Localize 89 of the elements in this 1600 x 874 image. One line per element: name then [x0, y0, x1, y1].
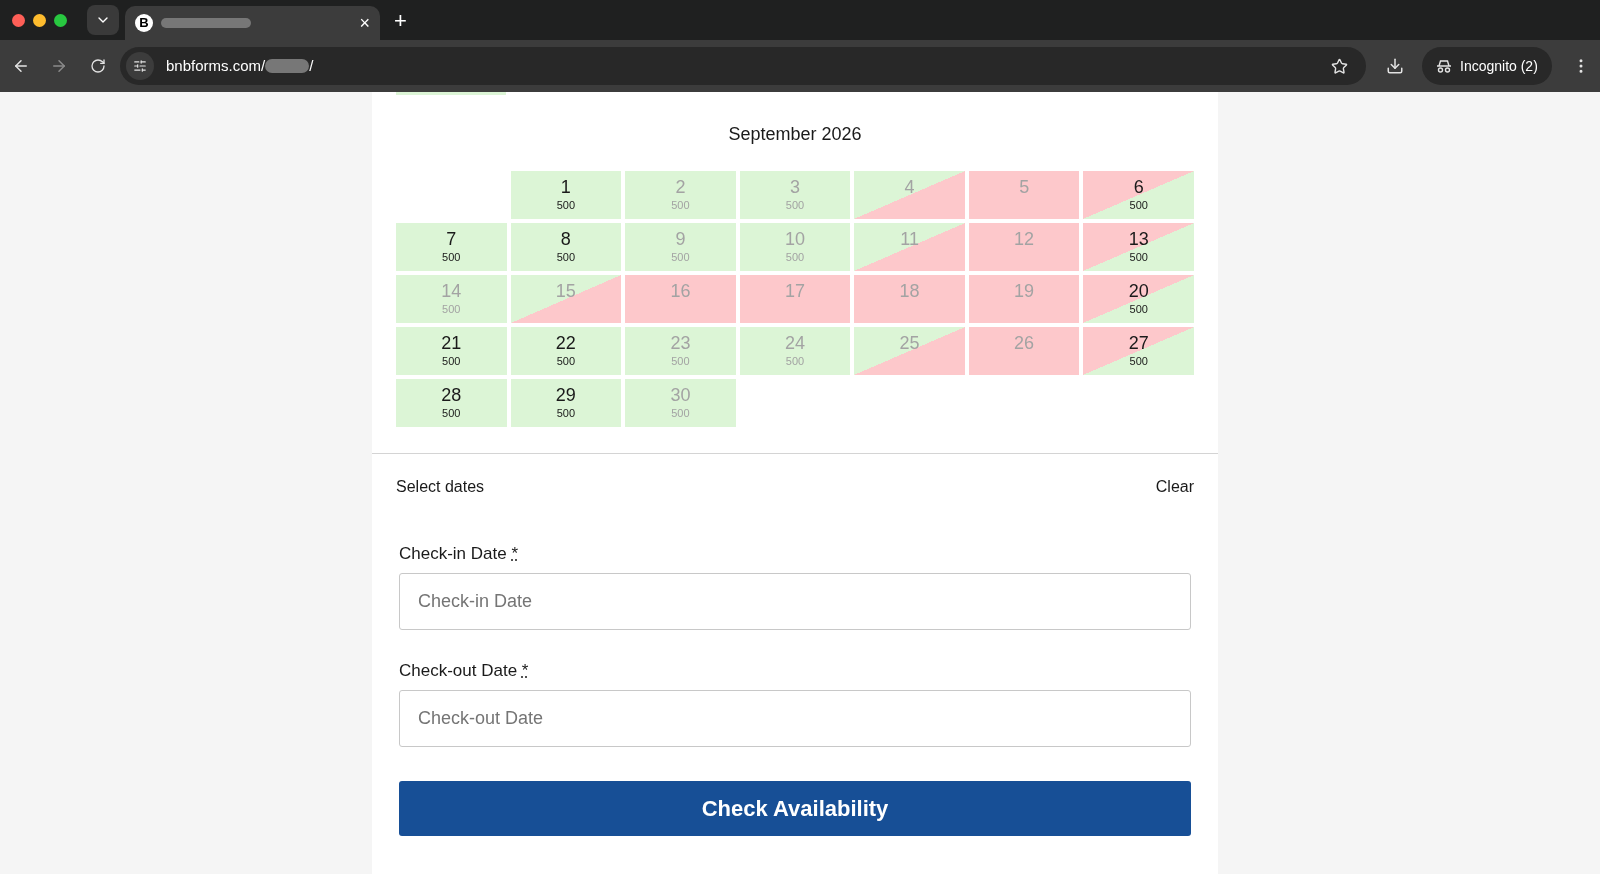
address-bar[interactable]: bnbforms.com/ /: [120, 47, 1366, 85]
day-price: 500: [556, 198, 576, 212]
calendar-day[interactable]: 28 500: [396, 379, 507, 427]
tab-search-button[interactable]: [87, 5, 119, 35]
check-availability-button[interactable]: Check Availability: [399, 781, 1191, 836]
day-number: 30: [670, 384, 691, 406]
url-text: /: [309, 55, 314, 76]
site-settings-button[interactable]: [126, 52, 154, 80]
minimize-window-button[interactable]: [33, 13, 46, 27]
day-price: 500: [442, 250, 461, 264]
day-number: 26: [1014, 332, 1035, 354]
back-icon[interactable]: [12, 57, 30, 75]
day-price: 500: [671, 354, 690, 368]
date-field[interactable]: Check-out Date: [399, 690, 1191, 747]
day-price: 500: [671, 250, 690, 264]
field-label: Check-in Date *: [399, 543, 520, 565]
day-number: 27: [1128, 332, 1149, 354]
day-number: 24: [784, 332, 805, 354]
day-number: 4: [904, 176, 915, 198]
day-number: 18: [899, 280, 920, 302]
day-price: 500: [785, 250, 805, 264]
day-number: 15: [555, 280, 576, 302]
day-number: 1: [560, 176, 571, 198]
day-number: 3: [790, 176, 800, 198]
day-price: 500: [1129, 198, 1148, 212]
day-number: 23: [670, 332, 691, 354]
close-window-button[interactable]: [12, 13, 25, 27]
day-price: 500: [1129, 250, 1148, 264]
download-icon[interactable]: [1386, 57, 1404, 75]
field-label: Check-out Date *: [399, 660, 530, 682]
day-price: 500: [671, 198, 690, 212]
day-price: 500: [785, 354, 805, 368]
day-price: 500: [1129, 354, 1148, 368]
url-text: bnbforms.com/: [166, 55, 266, 76]
clear-button[interactable]: Clear: [1155, 475, 1194, 499]
calendar-day[interactable]: 1 500: [510, 171, 622, 219]
day-number: 10: [784, 228, 805, 250]
day-price: 500: [442, 302, 461, 316]
sliders-icon: [133, 59, 147, 73]
day-number: 13: [1128, 228, 1149, 250]
favicon: B: [135, 14, 153, 32]
day-number: 5: [1019, 176, 1030, 198]
calendar-day[interactable]: 21 500: [396, 327, 507, 375]
day-price: 500: [556, 354, 576, 368]
maximize-window-button[interactable]: [54, 13, 67, 27]
day-price: 500: [556, 250, 576, 264]
day-number: 11: [900, 228, 919, 250]
calendar-day[interactable]: 7 500: [396, 223, 507, 271]
day-number: 19: [1014, 280, 1035, 302]
day-price: 500: [442, 406, 461, 420]
redacted-mark: [265, 59, 310, 73]
calendar-day[interactable]: 27 500: [1083, 327, 1194, 375]
date-field[interactable]: Check-in Date: [399, 573, 1191, 630]
day-number: 8: [560, 228, 571, 250]
day-number: 20: [1128, 280, 1149, 302]
day-number: 16: [670, 280, 691, 302]
reload-icon[interactable]: [90, 58, 106, 74]
day-price: 500: [671, 406, 690, 420]
forward-icon[interactable]: [50, 57, 68, 75]
calendar-day[interactable]: 6 500: [1083, 171, 1194, 219]
day-number: 22: [555, 332, 576, 354]
day-number: 29: [555, 384, 576, 406]
new-tab-button[interactable]: +: [394, 3, 407, 37]
day-number: 7: [446, 228, 457, 250]
day-number: 14: [441, 280, 462, 302]
day-number: 21: [441, 332, 462, 354]
incognito-button[interactable]: Incognito (2): [1422, 47, 1552, 85]
day-number: 25: [899, 332, 920, 354]
day-number: 2: [675, 176, 686, 198]
calendar-day[interactable]: 20 500: [1083, 275, 1194, 323]
day-number: 9: [675, 228, 686, 250]
day-number: 6: [1133, 176, 1144, 198]
day-price: 500: [1129, 302, 1148, 316]
bookmark-star-icon[interactable]: [1331, 57, 1348, 75]
calendar-day[interactable]: 29 500: [510, 379, 622, 427]
calendar-day[interactable]: 8 500: [510, 223, 622, 271]
tab-close-button[interactable]: ×: [359, 9, 370, 37]
calendar-day[interactable]: 22 500: [510, 327, 622, 375]
calendar-day[interactable]: 13 500: [1083, 223, 1194, 271]
browser-tab[interactable]: B ×: [125, 6, 380, 40]
day-number: 12: [1014, 228, 1035, 250]
day-number: 17: [784, 280, 805, 302]
select-dates-text: Select dates: [396, 477, 485, 497]
day-price: 500: [442, 354, 461, 368]
day-price: 500: [556, 406, 576, 420]
month-title: September 2026: [727, 123, 863, 146]
incognito-icon: [1436, 59, 1452, 73]
day-price: 500: [785, 198, 805, 212]
day-number: 28: [441, 384, 462, 406]
